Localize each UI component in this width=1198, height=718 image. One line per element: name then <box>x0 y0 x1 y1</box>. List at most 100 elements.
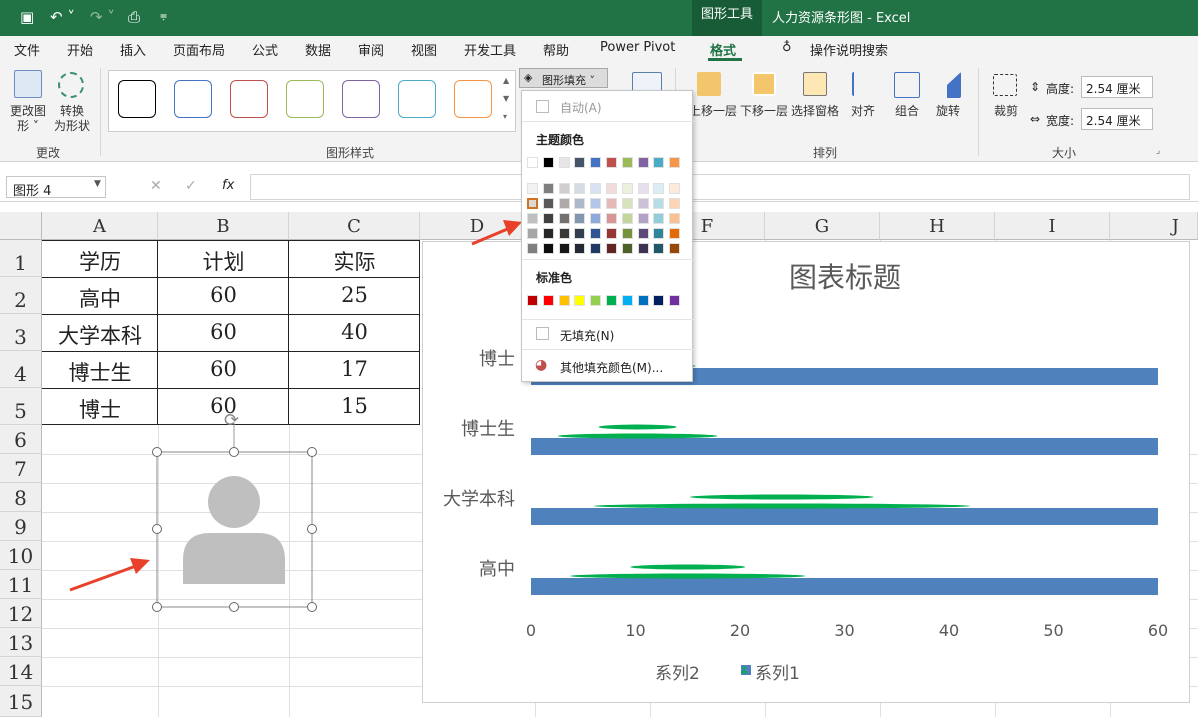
theme-shade-swatch[interactable] <box>527 183 538 194</box>
bar-series2[interactable] <box>557 424 718 439</box>
theme-shade-swatch[interactable] <box>574 213 586 224</box>
table-cell[interactable]: 17 <box>289 357 420 381</box>
theme-shade-swatch[interactable] <box>669 198 681 209</box>
theme-shade-swatch[interactable] <box>558 213 570 224</box>
theme-shade-swatch[interactable] <box>621 183 633 194</box>
theme-shade-swatch[interactable] <box>590 243 602 254</box>
more-fill-colors-option[interactable]: 其他填充颜色(M)... <box>560 359 663 376</box>
standard-color-swatch[interactable] <box>542 295 554 306</box>
theme-shade-swatch[interactable] <box>669 183 681 194</box>
theme-shade-swatch[interactable] <box>606 243 617 254</box>
theme-shade-swatch[interactable] <box>621 228 633 239</box>
auto-fill-option[interactable]: 自动(A) <box>560 99 602 116</box>
theme-shade-swatch[interactable] <box>621 198 633 209</box>
theme-shade-swatch[interactable] <box>527 243 538 254</box>
resize-handle[interactable] <box>307 447 317 457</box>
bar-series2[interactable] <box>570 564 806 579</box>
theme-shade-swatch[interactable] <box>542 183 554 194</box>
theme-shade-swatch[interactable] <box>637 243 649 254</box>
standard-color-swatch[interactable] <box>574 295 586 306</box>
standard-color-swatch[interactable] <box>653 295 665 306</box>
theme-shade-swatch[interactable] <box>558 243 570 254</box>
table-cell[interactable]: 40 <box>289 320 420 344</box>
theme-shade-swatch[interactable] <box>606 198 617 209</box>
theme-shade-swatch[interactable] <box>590 228 602 239</box>
chart-title[interactable]: 图表标题 <box>789 261 901 294</box>
bar-series1[interactable] <box>531 578 1158 595</box>
theme-shade-swatch[interactable] <box>527 198 538 209</box>
table-cell[interactable]: 25 <box>289 283 420 307</box>
resize-handle[interactable] <box>307 524 317 534</box>
theme-shade-swatch[interactable] <box>542 213 554 224</box>
theme-shade-swatch[interactable] <box>574 183 586 194</box>
theme-shade-swatch[interactable] <box>653 198 665 209</box>
resize-handle[interactable] <box>152 447 162 457</box>
theme-color-swatch[interactable] <box>637 157 649 168</box>
theme-shade-swatch[interactable] <box>637 213 649 224</box>
theme-shade-swatch[interactable] <box>653 243 665 254</box>
theme-shade-swatch[interactable] <box>669 213 681 224</box>
table-cell[interactable]: 60 <box>158 357 289 381</box>
theme-shade-swatch[interactable] <box>558 183 570 194</box>
theme-shade-swatch[interactable] <box>621 243 633 254</box>
theme-shade-swatch[interactable] <box>653 213 665 224</box>
table-cell[interactable]: 学历 <box>42 246 158 276</box>
theme-color-swatch[interactable] <box>606 157 617 168</box>
theme-color-swatch[interactable] <box>653 157 665 168</box>
resize-handle[interactable] <box>307 602 317 612</box>
legend-series1[interactable]: 系列1 <box>755 664 800 684</box>
table-cell[interactable]: 博士生 <box>42 357 158 387</box>
theme-shade-swatch[interactable] <box>542 198 554 209</box>
theme-shade-swatch[interactable] <box>669 243 681 254</box>
table-cell[interactable]: 实际 <box>289 246 420 276</box>
bar-series2[interactable] <box>593 494 970 509</box>
theme-shade-swatch[interactable] <box>621 213 633 224</box>
standard-color-swatch[interactable] <box>621 295 633 306</box>
table-cell[interactable]: 大学本科 <box>42 320 158 350</box>
table-cell[interactable]: 计划 <box>158 246 289 276</box>
bar-series1[interactable] <box>531 508 1158 525</box>
theme-shade-swatch[interactable] <box>637 183 649 194</box>
rotate-handle-icon[interactable]: ⟳ <box>224 410 239 431</box>
theme-color-swatch[interactable] <box>590 157 602 168</box>
theme-color-swatch[interactable] <box>574 157 586 168</box>
table-cell[interactable]: 60 <box>158 320 289 344</box>
theme-color-swatch[interactable] <box>542 157 554 168</box>
theme-shade-swatch[interactable] <box>527 213 538 224</box>
theme-shade-swatch[interactable] <box>574 228 586 239</box>
selected-shape[interactable]: ⟳ <box>140 400 330 622</box>
standard-color-swatch[interactable] <box>637 295 649 306</box>
theme-shade-swatch[interactable] <box>590 198 602 209</box>
standard-color-swatch[interactable] <box>590 295 602 306</box>
theme-shade-swatch[interactable] <box>637 198 649 209</box>
resize-handle[interactable] <box>229 602 239 612</box>
theme-color-swatch[interactable] <box>558 157 570 168</box>
resize-handle[interactable] <box>152 602 162 612</box>
no-fill-option[interactable]: 无填充(N) <box>560 327 614 344</box>
theme-shade-swatch[interactable] <box>558 198 570 209</box>
theme-shade-swatch[interactable] <box>542 243 554 254</box>
theme-shade-swatch[interactable] <box>606 213 617 224</box>
theme-shade-swatch[interactable] <box>606 228 617 239</box>
standard-color-swatch[interactable] <box>527 295 538 306</box>
theme-shade-swatch[interactable] <box>558 228 570 239</box>
standard-color-swatch[interactable] <box>669 295 681 306</box>
theme-shade-swatch[interactable] <box>653 183 665 194</box>
standard-color-swatch[interactable] <box>558 295 570 306</box>
standard-color-swatch[interactable] <box>606 295 617 306</box>
bar-series1[interactable] <box>531 438 1158 455</box>
theme-shade-swatch[interactable] <box>653 228 665 239</box>
theme-shade-swatch[interactable] <box>637 228 649 239</box>
theme-shade-swatch[interactable] <box>574 198 586 209</box>
theme-shade-swatch[interactable] <box>590 183 602 194</box>
theme-shade-swatch[interactable] <box>590 213 602 224</box>
theme-color-swatch[interactable] <box>669 157 681 168</box>
theme-shade-swatch[interactable] <box>606 183 617 194</box>
resize-handle[interactable] <box>229 447 239 457</box>
theme-color-swatch[interactable] <box>527 157 538 168</box>
theme-shade-swatch[interactable] <box>527 228 538 239</box>
theme-shade-swatch[interactable] <box>669 228 681 239</box>
legend-series2[interactable]: 系列2 <box>655 664 700 684</box>
table-cell[interactable]: 60 <box>158 283 289 307</box>
theme-shade-swatch[interactable] <box>542 228 554 239</box>
